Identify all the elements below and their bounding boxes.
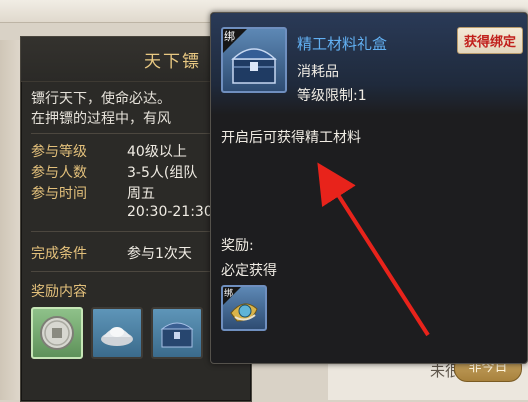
item-level-limit: 等级限制:1 bbox=[297, 85, 367, 105]
silver-ingot-icon bbox=[101, 327, 133, 346]
info-value: 周五 bbox=[127, 186, 155, 202]
item-type: 消耗品 bbox=[297, 64, 339, 80]
divider bbox=[31, 271, 211, 272]
info-value: 3-5人(组队 bbox=[127, 165, 198, 181]
info-label: 参与时间 bbox=[31, 186, 87, 202]
info-label: 参与人数 bbox=[31, 165, 87, 181]
reward-content-label: 奖励内容 bbox=[31, 284, 87, 300]
reward-label: 奖励: bbox=[221, 238, 254, 254]
coin-icon bbox=[40, 316, 74, 350]
reward-slot-chest[interactable] bbox=[151, 307, 203, 359]
reward-slot-coin[interactable] bbox=[31, 307, 83, 359]
reward-guarantee: 必定获得 bbox=[221, 263, 277, 279]
complete-value: 参与1次天 bbox=[127, 246, 192, 262]
info-row-players: 参与人数 3-5人(组队 bbox=[31, 162, 197, 182]
complete-condition-row: 完成条件 参与1次天 bbox=[31, 243, 192, 263]
item-level-label: 等级限制: bbox=[297, 88, 358, 104]
info-value: 40级以上 bbox=[127, 144, 187, 160]
item-level-value: 1 bbox=[357, 88, 367, 104]
item-icon-slot[interactable]: 绑 bbox=[221, 27, 287, 93]
reward-content-row: 奖励内容 bbox=[31, 281, 87, 301]
bind-tag: 绑 bbox=[224, 289, 234, 299]
chest-icon bbox=[160, 322, 194, 348]
reward-item-slot[interactable]: 绑 bbox=[221, 285, 267, 331]
time-range-value: 20:30-21:30 bbox=[127, 204, 213, 220]
activity-title: 天下镖 bbox=[144, 52, 201, 72]
item-tooltip: 绑 精工材料礼盒 消耗品 等级限制:1 获得绑定 开启后可获得精工材料 奖励: … bbox=[210, 12, 528, 364]
item-effect: 开启后可获得精工材料 bbox=[221, 130, 361, 146]
bind-tag: 绑 bbox=[224, 30, 235, 43]
complete-label: 完成条件 bbox=[31, 246, 87, 262]
info-label: 参与等级 bbox=[31, 144, 87, 160]
info-row-time: 参与时间 周五 bbox=[31, 183, 155, 203]
item-name: 精工材料礼盒 bbox=[297, 35, 388, 53]
divider bbox=[31, 231, 211, 232]
info-row-level: 参与等级 40级以上 bbox=[31, 141, 187, 161]
reward-slot-ingot[interactable] bbox=[91, 307, 143, 359]
bind-status-badge: 获得绑定 bbox=[456, 27, 523, 54]
